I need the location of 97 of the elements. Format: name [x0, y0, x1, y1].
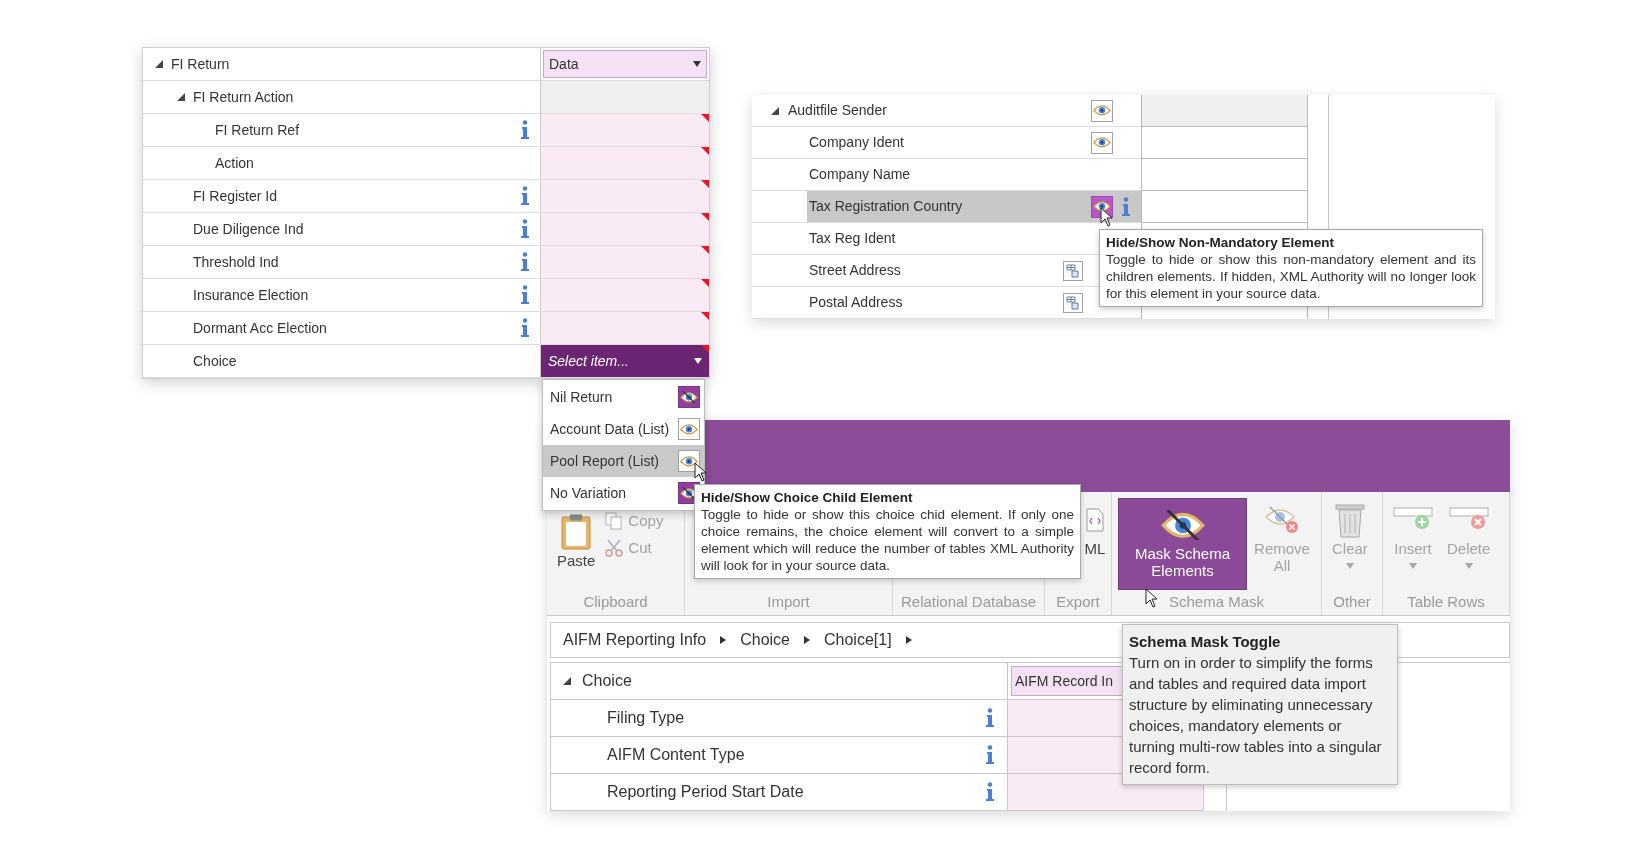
breadcrumb-link[interactable]: AIFM Reporting Info: [563, 628, 707, 652]
info-icon[interactable]: [1121, 196, 1131, 217]
value-field[interactable]: [541, 147, 709, 179]
breadcrumb-arrow-icon[interactable]: [720, 636, 727, 644]
mask-toggle-button[interactable]: [678, 418, 700, 440]
info-icon[interactable]: [520, 318, 530, 338]
group-label: Table Rows: [1407, 592, 1485, 612]
crossed-eye-icon: [1160, 509, 1205, 541]
value-field[interactable]: [1141, 127, 1308, 159]
collapse-triangle-icon[interactable]: [563, 677, 571, 685]
group-label: Clipboard: [583, 592, 648, 612]
value-field[interactable]: [1141, 159, 1308, 191]
caret-icon: [1345, 563, 1354, 569]
collapse-triangle-icon[interactable]: [771, 106, 779, 115]
breadcrumb-link[interactable]: Choice[1]: [824, 628, 892, 652]
breadcrumb-arrow-icon[interactable]: [804, 636, 810, 644]
mask-toggle-button[interactable]: [678, 450, 700, 472]
field-label: Auditfile Sender: [788, 101, 887, 120]
collapse-triangle-icon[interactable]: [177, 93, 185, 101]
info-icon[interactable]: [520, 186, 530, 206]
value-field[interactable]: [1141, 191, 1308, 223]
value-field[interactable]: [541, 279, 709, 311]
info-icon[interactable]: [985, 782, 995, 802]
tooltip-title: Schema Mask Toggle: [1129, 632, 1281, 652]
ribbon-button[interactable]: Paste: [553, 514, 600, 569]
group-label: Relational Database: [900, 592, 1037, 612]
table-link-icon[interactable]: [1063, 292, 1083, 313]
field-label: Reporting Period Start Date: [607, 782, 804, 802]
choice-dropdown[interactable]: Select item...: [541, 345, 709, 377]
clipboard-icon: [561, 514, 592, 550]
ribbon-button[interactable]: ML: [1081, 498, 1109, 557]
field-label: Street Address: [809, 261, 901, 280]
field-label: Action: [215, 153, 254, 173]
field-label: Threshold Ind: [193, 252, 279, 272]
value-field[interactable]: [541, 246, 709, 278]
trash-icon: [1333, 502, 1366, 538]
caret-icon: [694, 358, 702, 364]
field-label: Tax Reg Ident: [809, 229, 896, 248]
field-label: FI Register Id: [193, 186, 278, 206]
field-label: Tax Registration Country: [809, 197, 963, 216]
field-label: Choice: [582, 671, 632, 691]
eye-remove-icon: [1264, 505, 1300, 535]
breadcrumb-link[interactable]: Choice: [740, 628, 790, 652]
eye-icon: [1093, 136, 1111, 149]
info-icon[interactable]: [520, 252, 530, 272]
group-label: Export: [1056, 592, 1100, 612]
value-field[interactable]: [541, 180, 709, 212]
group-label: Schema Mask: [1168, 592, 1264, 612]
info-icon[interactable]: [520, 285, 530, 305]
group-label: Other: [1333, 592, 1371, 612]
row-highlight[interactable]: Tax Registration Country: [807, 191, 1141, 222]
field-label: Company Name: [809, 165, 911, 184]
cursor-icon: [1145, 588, 1158, 608]
eye-icon: [680, 422, 698, 436]
caret-icon: [1409, 563, 1417, 569]
field-label: Due Diligence Ind: [193, 219, 304, 239]
field-label: Company Ident: [809, 133, 904, 152]
field-label: Dormant Acc Election: [193, 318, 327, 338]
tooltip-text: Toggle to hide or show this non-mandatory element and its children elements. If hidden, XML Authority will no longer look for this element in your source data.: [1106, 251, 1476, 302]
choice-option[interactable]: Nil Return: [543, 381, 704, 413]
field-label: AIFM Content Type: [607, 745, 745, 765]
ribbon-button[interactable]: Mask Schema Elements: [1118, 498, 1247, 590]
caret-icon: [693, 61, 701, 67]
mask-toggle-button[interactable]: [678, 386, 700, 408]
mask-toggle-button[interactable]: [1091, 131, 1113, 154]
field-label: Filing Type: [607, 708, 685, 728]
crossed-eye-icon: [680, 390, 698, 404]
info-icon[interactable]: [985, 708, 995, 728]
document-icon: [1086, 508, 1104, 532]
info-icon[interactable]: [985, 745, 995, 765]
scissors-icon: [605, 538, 624, 557]
caret-icon: [1464, 563, 1473, 569]
tooltip-text: Toggle to hide or show this choice chid element. If only one choice remains, the choice element will convert to a simple element which will reduce the number of tables XML Authority will look for in your source data.: [701, 506, 1074, 574]
info-icon[interactable]: [520, 120, 530, 140]
value-field[interactable]: [541, 213, 709, 245]
cursor-icon: [1100, 207, 1113, 227]
field-label: Postal Address: [809, 293, 903, 312]
mask-toggle-button[interactable]: [1091, 99, 1113, 122]
collapse-triangle-icon[interactable]: [155, 60, 163, 68]
breadcrumb-arrow-icon[interactable]: [905, 636, 912, 644]
tooltip-title: Hide/Show Choice Child Element: [701, 489, 913, 506]
field-label: Insurance Election: [193, 285, 309, 305]
field-label: FI Return: [171, 54, 230, 74]
type-dropdown[interactable]: Data: [543, 50, 707, 78]
table-link-icon[interactable]: [1063, 260, 1083, 281]
field-label: FI Return Action: [193, 87, 294, 107]
eye-icon: [1093, 104, 1111, 117]
field-label: Choice: [193, 351, 237, 371]
group-label: Import: [767, 592, 810, 612]
value-field[interactable]: [541, 114, 709, 146]
tooltip-title: Hide/Show Non-Mandatory Element: [1106, 234, 1335, 251]
eye-icon: [680, 454, 698, 468]
value-field[interactable]: [541, 312, 709, 344]
info-icon[interactable]: [520, 219, 530, 239]
choice-option[interactable]: Pool Report (List): [543, 445, 704, 477]
choice-option[interactable]: Account Data (List): [543, 413, 704, 445]
field-label: FI Return Ref: [215, 120, 300, 140]
